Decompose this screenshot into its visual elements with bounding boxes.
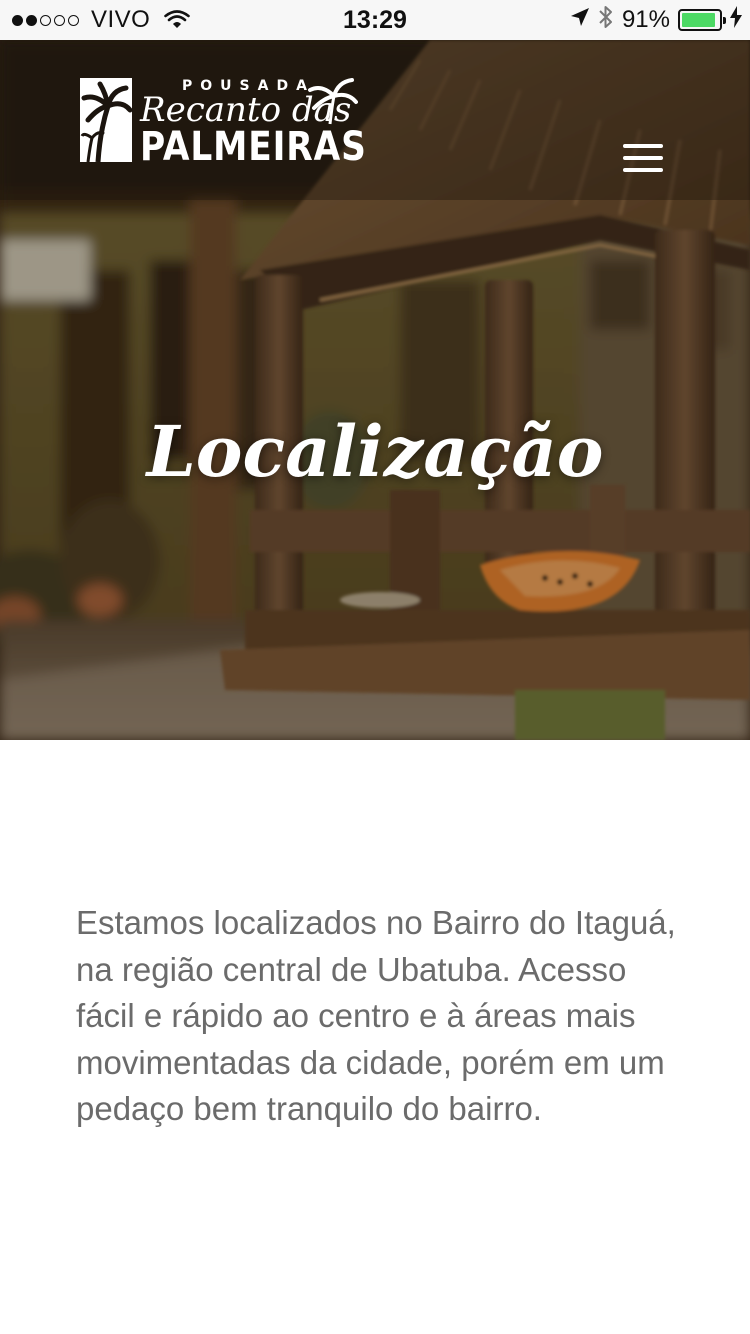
page-title: Localização bbox=[146, 410, 604, 493]
palm-tree-icon bbox=[306, 76, 358, 131]
carrier-name: VIVO bbox=[91, 6, 151, 33]
hero-banner: POUSADA Recanto das PALMEIRAS Localizaçã… bbox=[0, 40, 750, 740]
bluetooth-icon bbox=[598, 4, 614, 37]
battery-level bbox=[682, 13, 715, 27]
site-logo[interactable]: POUSADA Recanto das PALMEIRAS bbox=[78, 76, 366, 170]
logo-line-palmeiras: PALMEIRAS bbox=[140, 124, 367, 170]
location-arrow-icon bbox=[570, 6, 590, 34]
wifi-icon bbox=[164, 10, 191, 30]
signal-strength-icon bbox=[12, 14, 79, 26]
battery-percent: 91% bbox=[621, 6, 670, 33]
battery-icon bbox=[678, 9, 726, 31]
status-bar: VIVO 13:29 91% bbox=[0, 0, 750, 40]
status-right: 91% bbox=[570, 0, 742, 40]
location-description: Estamos localizados no Bairro do Itaguá,… bbox=[76, 904, 676, 1127]
charging-bolt-icon bbox=[730, 5, 742, 35]
top-navigation: POUSADA Recanto das PALMEIRAS bbox=[0, 40, 750, 200]
status-left: VIVO bbox=[12, 0, 191, 40]
hamburger-menu-icon[interactable] bbox=[620, 138, 666, 178]
main-content: Estamos localizados no Bairro do Itaguá,… bbox=[76, 900, 676, 1133]
palm-tree-icon bbox=[78, 76, 134, 169]
